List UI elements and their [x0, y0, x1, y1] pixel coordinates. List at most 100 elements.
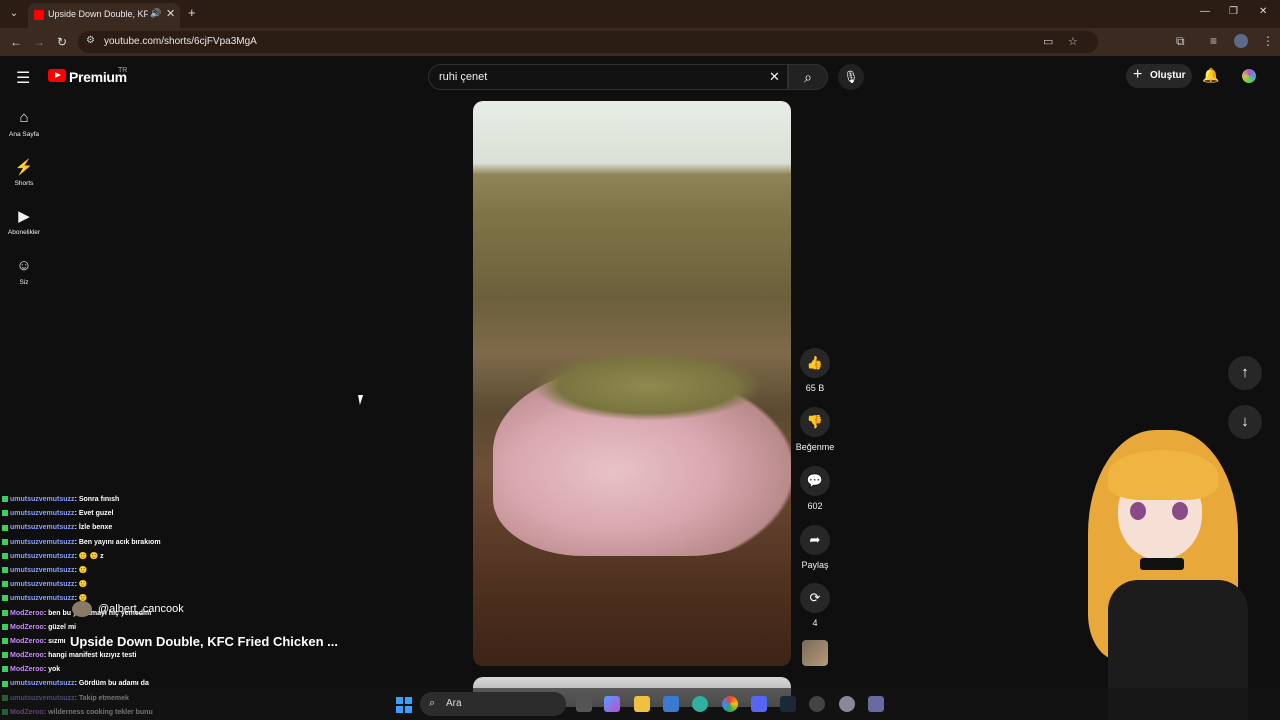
chat-badge-icon [2, 680, 8, 687]
avatar-left-eye [1130, 502, 1146, 520]
discord-icon[interactable] [751, 696, 767, 712]
thumbs-down-icon: 👎 [800, 407, 830, 437]
sidebar-item-label: Ana Sayfa [9, 131, 39, 138]
short-video-player[interactable] [473, 101, 791, 666]
video-frame-spice [533, 351, 763, 421]
sidebar-item-home[interactable]: ⌂ Ana Sayfa [0, 109, 48, 138]
tab-search-icon[interactable]: ⌄ [6, 6, 22, 22]
clear-search-icon[interactable]: ✕ [769, 69, 780, 85]
account-avatar[interactable] [1242, 69, 1256, 83]
chat-text: : Sonra fınısh [74, 496, 120, 503]
search-button[interactable]: ⌕ [788, 64, 828, 90]
chat-text: : Gördüm bu adamı da [74, 680, 149, 688]
notifications-bell-icon[interactable]: 🔔 [1202, 67, 1219, 84]
chat-message: umutsuzvemutsuzz: İzle benxe [2, 521, 302, 535]
task-view-icon[interactable] [576, 696, 592, 712]
microphone-icon: 🎙 [843, 70, 859, 84]
chat-badge-icon [2, 638, 8, 645]
address-bar-row: ← → ↻ ⚙ youtube.com/shorts/6cjFVpa3MgA ▭… [0, 28, 1280, 56]
browser-menu-icon[interactable]: ⋮ [1262, 34, 1274, 48]
back-icon[interactable]: ← [10, 35, 22, 49]
chat-username: umutsuzvemutsuzz [10, 595, 75, 603]
previous-short-button[interactable]: ↑ [1228, 356, 1262, 390]
browser-tab[interactable]: Upside Down Double, KFC Fried Chicken ..… [28, 3, 180, 28]
chat-message: umutsuzvemutsuzz: Ben yayını acık bırakı… [2, 536, 302, 550]
share-button[interactable]: ➦ Paylaş [795, 525, 835, 570]
chat-username: ModZeroo [10, 666, 44, 674]
chat-username: umutsuzvemutsuzz [10, 680, 75, 688]
dislike-button[interactable]: 👎 Beğenme [795, 407, 835, 452]
forward-icon[interactable]: → [33, 35, 45, 49]
copilot-icon[interactable] [604, 696, 620, 712]
chat-text: : hangi manifest kızıyız testi [43, 652, 137, 660]
comments-button[interactable]: 💬 602 [795, 466, 835, 511]
chat-text: : 🙂 [74, 566, 88, 574]
channel-avatar[interactable] [72, 601, 92, 617]
media-control-icon[interactable]: ≡ [1210, 34, 1217, 48]
site-info-icon[interactable]: ⚙ [86, 35, 95, 46]
chat-username: ModZeroo [10, 637, 44, 645]
share-label: Paylaş [801, 560, 829, 570]
chat-badge-icon [2, 595, 8, 602]
video-title[interactable]: Upside Down Double, KFC Fried Chicken ..… [70, 634, 338, 649]
chat-badge-icon [2, 581, 8, 588]
restore-button[interactable]: ❐ [1229, 6, 1238, 17]
sidebar-item-subscriptions[interactable]: ▶ Abonelikler [0, 207, 48, 236]
remix-button[interactable]: ⟳ 4 [795, 583, 835, 628]
tab-audio-icon[interactable]: 🔊 [150, 8, 161, 19]
browser-profile-avatar[interactable] [1234, 34, 1248, 48]
reload-icon[interactable]: ↻ [57, 35, 67, 49]
store-icon[interactable] [663, 696, 679, 712]
home-icon: ⌂ [19, 109, 29, 126]
tab-title: Upside Down Double, KFC Fried Chicken ..… [48, 9, 148, 19]
chat-username: ModZeroo [10, 609, 44, 617]
country-code: TR [118, 67, 128, 74]
new-tab-button[interactable]: + [188, 5, 196, 20]
plus-icon: + [1133, 66, 1143, 83]
create-button[interactable]: + Oluştur [1126, 64, 1192, 88]
like-button[interactable]: 👍 65 B [795, 348, 835, 393]
chat-message: umutsuzvemutsuzz: 🙂 [2, 578, 302, 592]
cast-icon[interactable]: ▭ [1043, 35, 1053, 48]
taskbar-search-input[interactable]: ⌕ Ara [420, 692, 566, 716]
hamburger-menu-icon[interactable]: ☰ [16, 68, 30, 88]
search-input[interactable]: ruhi çenet ✕ [428, 64, 788, 90]
edge-icon[interactable] [692, 696, 708, 712]
chat-text: : sızmı [43, 637, 66, 645]
chat-message: ModZeroo: güzel mi [2, 621, 302, 635]
sidebar-item-shorts[interactable]: ⚡ Shorts [0, 158, 48, 187]
chat-text: : Ben yayını acık bırakıom [74, 538, 161, 546]
windows-start-icon[interactable] [396, 697, 412, 713]
app-icon[interactable] [868, 696, 884, 712]
create-label: Oluştur [1150, 70, 1186, 81]
channel-name[interactable]: @albert_cancook [98, 603, 184, 615]
tab-close-icon[interactable]: ✕ [166, 7, 175, 20]
chat-username: umutsuzvemutsuzz [10, 524, 75, 532]
avatar-bangs [1108, 450, 1218, 500]
chat-message: umutsuzvemutsuzz: 🙂 [2, 564, 302, 578]
bookmark-star-icon[interactable]: ☆ [1068, 35, 1078, 48]
dislike-label: Beğenme [795, 442, 835, 452]
chat-badge-icon [2, 623, 8, 630]
minimize-button[interactable]: — [1200, 6, 1210, 17]
youtube-favicon-icon [34, 10, 44, 20]
like-count: 65 B [805, 383, 825, 393]
close-window-button[interactable]: ✕ [1259, 6, 1267, 17]
steam-icon[interactable] [780, 696, 796, 712]
obs-icon[interactable] [809, 696, 825, 712]
extensions-icon[interactable]: ⧉ [1176, 34, 1185, 49]
sidebar-item-you[interactable]: ☺ Siz [0, 257, 48, 286]
youtube-logo-icon[interactable] [48, 69, 66, 82]
chrome-icon[interactable] [722, 696, 738, 712]
channel-thumbnail[interactable] [802, 640, 828, 666]
chat-badge-icon [2, 552, 8, 559]
chat-message: umutsuzvemutsuzz: Evet guzel [2, 507, 302, 521]
address-field[interactable]: ⚙ youtube.com/shorts/6cjFVpa3MgA ▭ ☆ [78, 31, 1098, 53]
avatar-right-eye [1172, 502, 1188, 520]
file-explorer-icon[interactable] [634, 696, 650, 712]
app-icon[interactable] [839, 696, 855, 712]
comment-icon: 💬 [800, 466, 830, 496]
remix-count: 4 [812, 618, 818, 628]
subscriptions-icon: ▶ [18, 208, 30, 225]
voice-search-button[interactable]: 🎙 [838, 64, 864, 90]
